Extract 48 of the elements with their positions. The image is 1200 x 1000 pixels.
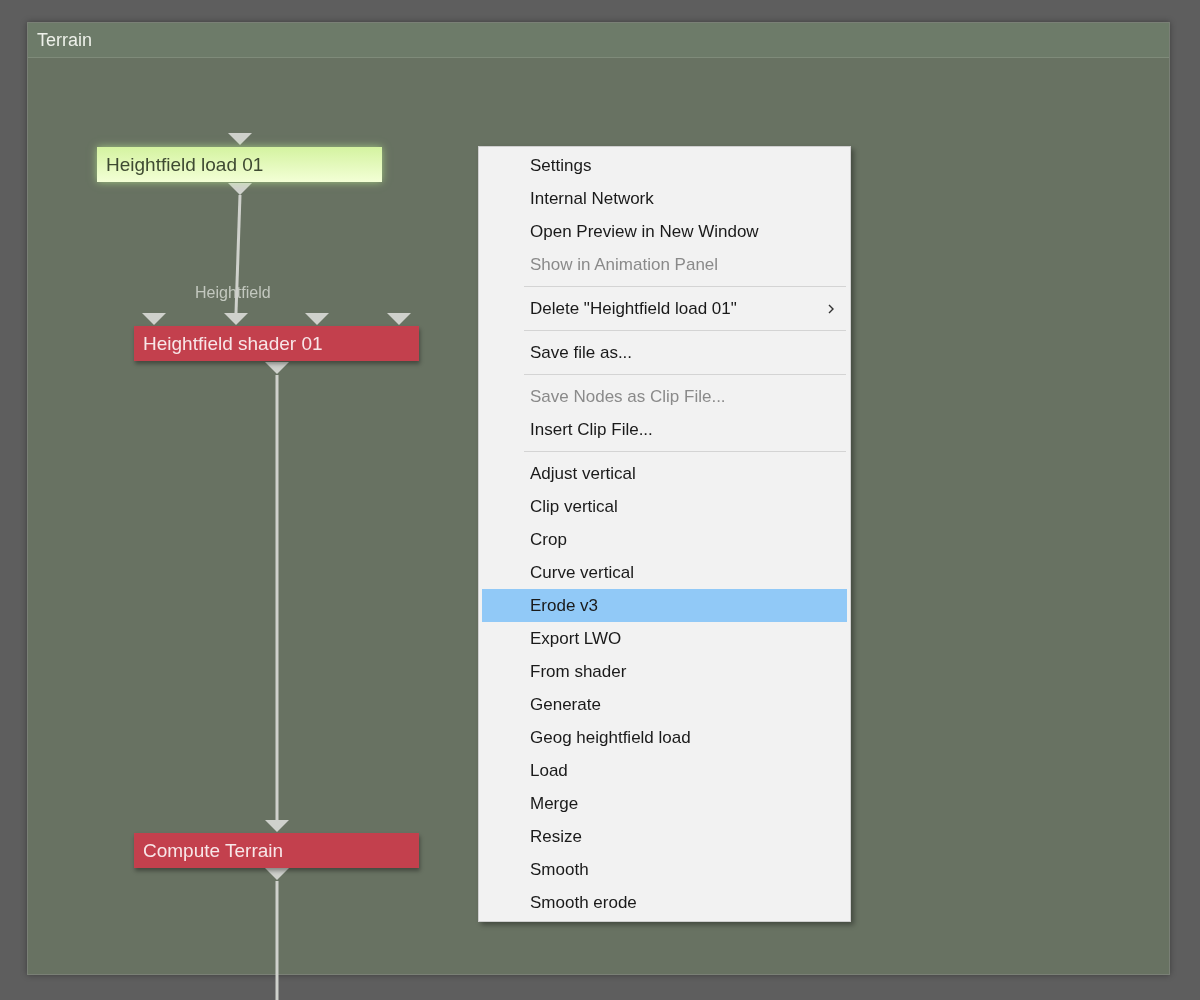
window-title: Terrain — [37, 29, 93, 51]
graph-node[interactable]: Heightfield shader 01 — [134, 326, 419, 361]
menu-item-label: Resize — [530, 826, 583, 847]
menu-item[interactable]: Merge — [482, 787, 847, 820]
menu-item[interactable]: Delete "Heightfield load 01" — [482, 292, 847, 325]
menu-item[interactable]: Smooth erode — [482, 886, 847, 919]
menu-item-label: Merge — [530, 793, 580, 814]
chevron-right-icon — [827, 302, 835, 315]
graph-node[interactable]: Heightfield load 01 — [97, 147, 382, 182]
menu-item-label: Open Preview in New Window — [530, 221, 760, 242]
menu-item[interactable]: Settings — [482, 149, 847, 182]
menu-item[interactable]: Internal Network — [482, 182, 847, 215]
menu-item-label: Load — [530, 760, 569, 781]
menu-item[interactable]: Geog heightfield load — [482, 721, 847, 754]
menu-item-label: From shader — [530, 661, 628, 682]
menu-item[interactable]: Insert Clip File... — [482, 413, 847, 446]
menu-item[interactable]: Open Preview in New Window — [482, 215, 847, 248]
menu-item[interactable]: Erode v3 — [482, 589, 847, 622]
menu-item-label: Settings — [530, 155, 593, 176]
menu-item-label: Smooth — [530, 859, 590, 880]
menu-item-label: Geog heightfield load — [530, 727, 692, 748]
menu-item-label: Erode v3 — [530, 595, 600, 616]
menu-item-label: Internal Network — [530, 188, 655, 209]
menu-item-label: Generate — [530, 694, 602, 715]
menu-item[interactable]: Generate — [482, 688, 847, 721]
menu-item[interactable]: Export LWO — [482, 622, 847, 655]
menu-item-label: Insert Clip File... — [530, 419, 654, 440]
graph-node[interactable]: Compute Terrain — [134, 833, 419, 868]
menu-item-label: Crop — [530, 529, 568, 550]
menu-item-label: Curve vertical — [530, 562, 635, 583]
menu-item[interactable]: Clip vertical — [482, 490, 847, 523]
menu-item[interactable]: Adjust vertical — [482, 457, 847, 490]
menu-item-label: Adjust vertical — [530, 463, 637, 484]
port-icon[interactable] — [228, 133, 252, 145]
menu-item[interactable]: Load — [482, 754, 847, 787]
menu-item-label: Smooth erode — [530, 892, 638, 913]
menu-item[interactable]: From shader — [482, 655, 847, 688]
menu-item[interactable]: Save file as... — [482, 336, 847, 369]
menu-item[interactable]: Crop — [482, 523, 847, 556]
menu-item[interactable]: Resize — [482, 820, 847, 853]
menu-item-label: Delete "Heightfield load 01" — [530, 298, 738, 319]
menu-item-label: Save file as... — [530, 342, 634, 363]
menu-item[interactable]: Curve vertical — [482, 556, 847, 589]
menu-item-label: Clip vertical — [530, 496, 619, 517]
menu-item-label: Export LWO — [530, 628, 623, 649]
menu-item[interactable]: Smooth — [482, 853, 847, 886]
menu-item-label: Save Nodes as Clip File... — [530, 386, 727, 407]
menu-item-label: Show in Animation Panel — [530, 254, 720, 275]
